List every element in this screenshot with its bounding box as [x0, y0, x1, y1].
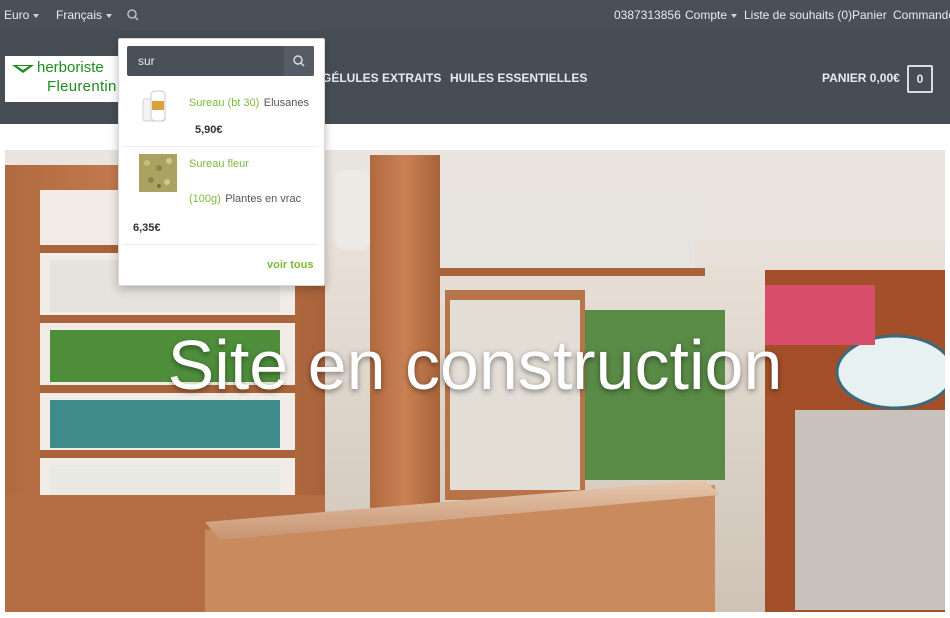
nav-item-gelules[interactable]: GÉLULES	[322, 61, 379, 95]
result-name-line2: (100g)	[189, 193, 221, 205]
search-result-item[interactable]: Sureau fleur (100g) Plantes en vrac 6,35…	[119, 147, 324, 243]
search-submit-button[interactable]	[284, 46, 314, 76]
currency-label: Euro	[4, 8, 30, 22]
result-category: Plantes en vrac	[225, 193, 302, 205]
search-result-item[interactable]: Sureau (bt 30) Elusanes 5,90€	[119, 83, 324, 145]
top-bar: Euro Français 0387313856 Compte Liste de…	[0, 0, 950, 30]
chevron-down-icon	[106, 13, 113, 18]
wishlist-link[interactable]: Liste de souhaits (0)	[744, 0, 852, 30]
header-cart-total[interactable]: PANIER 0,00€	[822, 61, 900, 95]
product-thumbnail	[142, 90, 166, 122]
result-name-line1: Sureau fleur	[189, 158, 249, 170]
search-input[interactable]	[127, 46, 282, 76]
language-selector[interactable]: Français	[56, 0, 113, 30]
account-menu[interactable]: Compte	[685, 0, 738, 30]
language-label: Français	[56, 8, 103, 22]
chevron-down-icon	[731, 13, 738, 18]
view-all-link[interactable]: voir tous	[267, 259, 313, 271]
hero-title: Site en construction	[167, 326, 783, 404]
nav-item-extraits[interactable]: EXTRAITS	[382, 61, 441, 95]
phone-number: 0387313856	[614, 8, 681, 22]
search-icon	[293, 55, 305, 67]
search-bar	[127, 46, 314, 76]
search-icon	[127, 9, 139, 21]
result-price: 5,90€	[195, 124, 223, 136]
currency-selector[interactable]: Euro	[4, 0, 40, 30]
site-logo[interactable]: herboriste Fleurentin	[5, 56, 125, 102]
cart-link[interactable]: Panier	[852, 0, 887, 30]
logo-text-line2: Fleurentin	[47, 78, 117, 95]
result-category: Elusanes	[263, 97, 310, 109]
nav-item-huiles-essentielles[interactable]: HUILES ESSENTIELLES	[450, 61, 587, 95]
result-name: Sureau (bt 30)	[189, 97, 260, 109]
leaf-logo-icon	[12, 65, 34, 73]
divider	[123, 244, 318, 245]
checkout-link[interactable]: Commander	[893, 0, 950, 30]
chevron-down-icon	[33, 13, 40, 18]
result-price: 6,35€	[133, 222, 161, 234]
search-toggle-button[interactable]	[118, 0, 148, 30]
header-cart-count[interactable]: 0	[907, 65, 933, 93]
account-label: Compte	[685, 8, 728, 22]
search-dropdown: Sureau (bt 30) Elusanes 5,90€ Sureau fle…	[118, 38, 325, 286]
logo-text-line1: herboriste	[37, 59, 104, 76]
product-thumbnail	[139, 154, 177, 192]
